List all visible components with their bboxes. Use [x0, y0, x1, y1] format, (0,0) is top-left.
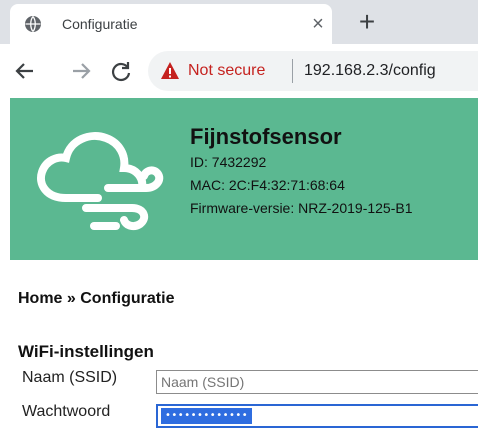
globe-icon: [24, 15, 42, 33]
cloud-wind-icon: [28, 126, 168, 238]
address-divider: [292, 59, 293, 83]
address-bar[interactable]: Not secure 192.168.2.3/config: [148, 51, 478, 91]
security-status[interactable]: Not secure: [188, 62, 265, 80]
forward-arrow-icon[interactable]: [68, 58, 94, 84]
sensor-id: ID: 7432292: [190, 154, 267, 170]
wifi-section-title: WiFi-instellingen: [18, 342, 154, 361]
warning-icon[interactable]: [160, 61, 180, 81]
browser-toolbar: Not secure 192.168.2.3/config: [0, 44, 478, 98]
page-header-banner: Fijnstofsensor ID: 7432292 MAC: 2C:F4:32…: [10, 98, 478, 260]
tab-close-button[interactable]: ×: [306, 12, 330, 36]
url-text[interactable]: 192.168.2.3/config: [304, 62, 436, 80]
password-label: Wachtwoord: [22, 403, 111, 420]
firmware-version: Firmware-versie: NRZ-2019-125-B1: [190, 200, 413, 216]
password-input[interactable]: •••••••••••••: [156, 404, 478, 428]
browser-tabstrip: Configuratie × +: [0, 0, 478, 44]
back-arrow-icon[interactable]: [12, 58, 38, 84]
reload-icon[interactable]: [108, 58, 134, 84]
mac-address: MAC: 2C:F4:32:71:68:64: [190, 177, 345, 193]
password-selected-text: •••••••••••••: [161, 408, 253, 424]
new-tab-button[interactable]: +: [352, 8, 382, 38]
browser-tab[interactable]: Configuratie ×: [10, 4, 332, 44]
tab-title: Configuratie: [62, 16, 138, 32]
ssid-label: Naam (SSID): [22, 369, 118, 386]
breadcrumb[interactable]: Home » Configuratie: [18, 290, 174, 308]
page-title: Fijnstofsensor: [190, 124, 342, 149]
ssid-input[interactable]: [156, 370, 478, 394]
